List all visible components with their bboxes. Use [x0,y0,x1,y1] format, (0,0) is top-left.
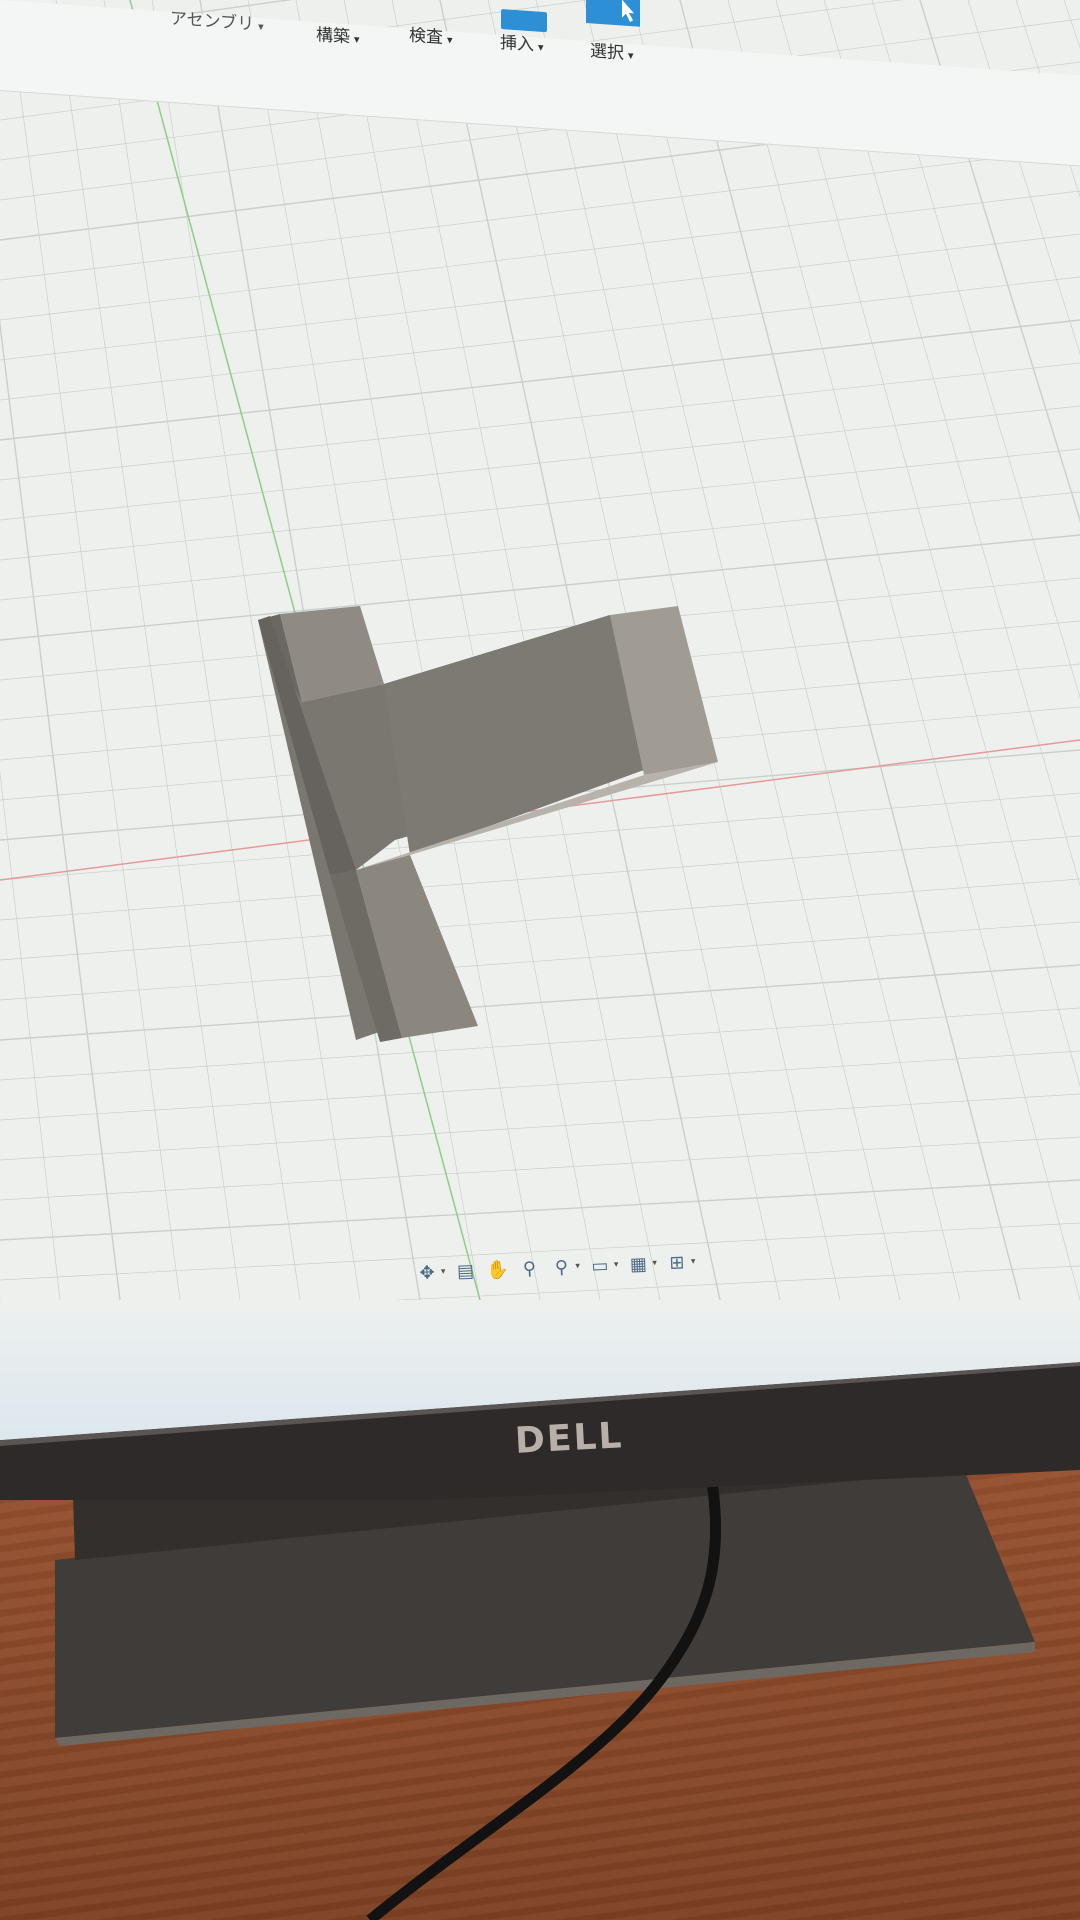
chevron-down-icon: ▾ [538,40,544,55]
grid-line [0,319,1080,441]
grid-line [0,1179,1080,1241]
grid-line [0,1136,1080,1201]
tab-insert-label: 挿入 [500,32,534,56]
grid-line [7,0,181,1301]
grid-line [823,0,1080,1301]
grid-line [0,190,1080,321]
tab-construct[interactable]: 構築 ▾ [316,20,360,48]
select-icon[interactable] [586,0,640,27]
cad-viewport[interactable]: アセンブリ ▾ 構築 ▾ 検査 ▾ 挿入 ▾ 選択 ▾ ✥ ▾ ▤ ✋ ⚲ ⚲ … [0,0,1080,1440]
look-at-icon[interactable]: ▤ [453,1259,478,1284]
grid-line [0,147,1080,281]
grid-line [967,0,1080,1301]
tab-inspect[interactable]: 検査 ▾ [409,21,453,49]
grid-settings-icon[interactable]: ▦ [626,1252,651,1277]
grid-line [0,1050,1080,1121]
tab-assembly-label: アセンブリ [170,8,255,35]
chevron-down-icon: ▾ [354,32,360,47]
tab-select[interactable]: 選択 ▾ [590,36,634,64]
grid-line [0,1007,1080,1081]
grid-line [55,0,241,1301]
screen: アセンブリ ▾ 構築 ▾ 検査 ▾ 挿入 ▾ 選択 ▾ ✥ ▾ ▤ ✋ ⚲ ⚲ … [0,0,1080,1500]
cursor-arrow-icon [622,0,634,23]
grid-line [679,0,1021,1301]
zoom-icon[interactable]: ⚲ [517,1256,542,1281]
tab-inspect-label: 検査 [409,25,443,48]
grid-line [0,491,1080,601]
grid-line [0,921,1080,1001]
grid-line [0,964,1080,1041]
chevron-down-icon: ▾ [447,33,453,47]
grid-line [0,1093,1080,1161]
grid-line [1063,0,1080,1301]
chevron-down-icon[interactable]: ▾ [691,1257,696,1267]
chevron-down-icon: ▾ [258,20,264,34]
chevron-down-icon[interactable]: ▾ [614,1260,619,1270]
grid-line [0,878,1080,961]
display-settings-icon[interactable]: ▭ [587,1253,612,1278]
orbit-icon[interactable]: ✥ [415,1260,440,1285]
tab-construct-label: 構築 [316,25,350,48]
grid-line [775,0,1080,1301]
chevron-down-icon[interactable]: ▾ [441,1267,446,1277]
chevron-down-icon[interactable]: ▾ [652,1258,657,1268]
chevron-down-icon[interactable]: ▾ [575,1261,580,1271]
grid-line [919,0,1080,1301]
tab-insert[interactable]: 挿入 ▾ [500,28,544,56]
pan-icon[interactable]: ✋ [485,1257,510,1282]
chevron-down-icon: ▾ [628,48,634,63]
grid-line [0,405,1080,521]
grid-line [0,534,1080,641]
grid-line [0,233,1080,361]
fit-icon[interactable]: ⚲ [549,1255,574,1280]
tab-select-label: 選択 [590,41,624,64]
viewport-canvas[interactable] [0,0,1080,1440]
grid-line [0,0,61,1301]
viewport-footer [0,1300,1080,1440]
grid-line [0,0,121,1301]
viewports-icon[interactable]: ⊞ [664,1250,689,1275]
tab-assembly[interactable]: アセンブリ ▾ [170,4,264,36]
